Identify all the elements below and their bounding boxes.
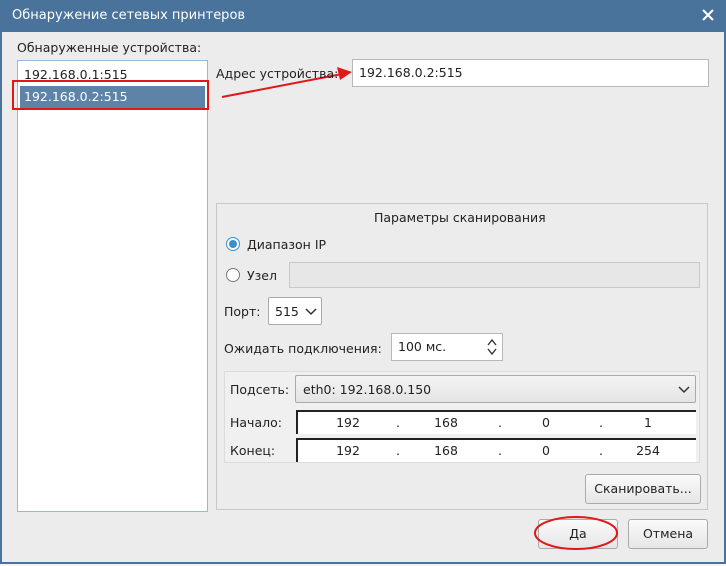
- wait-value: 100 мс.: [398, 339, 447, 354]
- window-title: Обнаружение сетевых принтеров: [12, 8, 246, 23]
- port-value: 515: [275, 304, 299, 319]
- ip-dot: .: [498, 415, 502, 430]
- chevron-down-icon: [305, 308, 317, 316]
- subnet-label: Подсеть:: [230, 382, 290, 397]
- end-ip-field[interactable]: 192 . 168 . 0 . 254: [296, 438, 696, 462]
- end-label: Конец:: [230, 443, 276, 458]
- close-icon[interactable]: [700, 7, 716, 23]
- ip-octet: 1: [644, 415, 652, 430]
- host-radio-label: Узел: [247, 268, 277, 283]
- start-label: Начало:: [230, 415, 282, 430]
- ip-octet: 0: [542, 443, 550, 458]
- title-bar: Обнаружение сетевых принтеров: [0, 0, 726, 32]
- spin-arrows-icon[interactable]: [486, 337, 498, 357]
- scan-button[interactable]: Сканировать...: [585, 474, 701, 504]
- subnet-value: eth0: 192.168.0.150: [303, 382, 432, 397]
- ip-octet: 254: [636, 443, 660, 458]
- ip-octet: 192: [336, 443, 360, 458]
- wait-label: Ожидать подключения:: [224, 341, 382, 356]
- ip-dot: .: [599, 415, 603, 430]
- devices-list[interactable]: 192.168.0.1:515 192.168.0.2:515: [17, 60, 208, 512]
- address-label: Адрес устройства:: [216, 66, 339, 81]
- ip-dot: .: [599, 443, 603, 458]
- ip-octet: 0: [542, 415, 550, 430]
- range-radio[interactable]: [226, 237, 240, 251]
- subnet-select[interactable]: eth0: 192.168.0.150: [295, 375, 696, 403]
- ip-dot: .: [396, 443, 400, 458]
- annotation-ellipse: [534, 516, 618, 550]
- chevron-down-icon: [678, 386, 690, 394]
- ip-octet: 168: [434, 415, 458, 430]
- wait-spinbox[interactable]: 100 мс.: [391, 333, 503, 361]
- port-label: Порт:: [224, 304, 261, 319]
- host-field[interactable]: [289, 262, 700, 288]
- cancel-button[interactable]: Отмена: [628, 519, 708, 549]
- start-ip-field[interactable]: 192 . 168 . 0 . 1: [296, 410, 696, 434]
- scan-params-title: Параметры сканирования: [374, 210, 546, 225]
- ip-dot: .: [498, 443, 502, 458]
- devices-label: Обнаруженные устройства:: [17, 40, 202, 55]
- ip-dot: .: [396, 415, 400, 430]
- range-radio-label: Диапазон IP: [247, 237, 327, 252]
- ip-octet: 192: [336, 415, 360, 430]
- port-select[interactable]: 515: [268, 297, 322, 325]
- annotation-highlight-box: [12, 80, 209, 110]
- address-field[interactable]: 192.168.0.2:515: [352, 59, 709, 87]
- ip-octet: 168: [434, 443, 458, 458]
- host-radio[interactable]: [226, 268, 240, 282]
